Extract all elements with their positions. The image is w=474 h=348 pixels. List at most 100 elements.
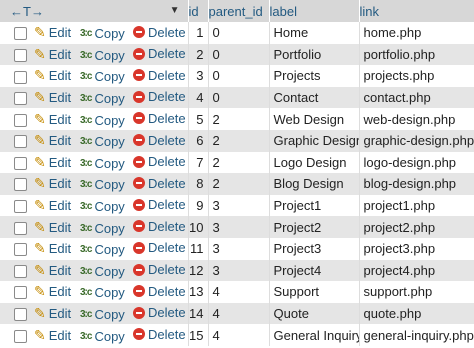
edit-cell: ✎ Edit — [34, 108, 80, 130]
copy-button[interactable]: 3:c Copy — [80, 69, 125, 84]
row-checkbox[interactable] — [14, 286, 27, 300]
edit-button[interactable]: ✎ Edit — [34, 305, 71, 322]
copy-icon: 3:c — [80, 244, 92, 256]
delete-button[interactable]: Delete — [133, 25, 186, 40]
delete-label: Delete — [148, 67, 186, 83]
table-row[interactable]: ✎ Edit 3:c Copy Delete 5 2 Web Design web-… — [0, 108, 474, 130]
copy-button[interactable]: 3:c Copy — [80, 307, 125, 322]
copy-button[interactable]: 3:c Copy — [80, 156, 125, 171]
edit-label: Edit — [48, 241, 72, 257]
table-row[interactable]: ✎ Edit 3:c Copy Delete 8 2 Blog Design blo… — [0, 173, 474, 195]
column-header-parent-id[interactable]: parent_id — [208, 0, 270, 22]
copy-cell: 3:c Copy — [80, 237, 133, 260]
row-checkbox[interactable] — [14, 27, 27, 41]
edit-button[interactable]: ✎ Edit — [34, 197, 71, 214]
row-checkbox[interactable] — [14, 221, 27, 235]
edit-button[interactable]: ✎ Edit — [34, 262, 71, 279]
delete-button[interactable]: Delete — [133, 133, 186, 148]
table-row[interactable]: ✎ Edit 3:c Copy Delete 4 0 Contact contact… — [0, 86, 474, 109]
copy-button[interactable]: 3:c Copy — [80, 134, 125, 149]
cell-label: Projects — [269, 65, 360, 87]
cell-parent-id: 2 — [208, 129, 270, 152]
column-header-label[interactable]: label — [269, 0, 360, 22]
table-row[interactable]: ✎ Edit 3:c Copy Delete 11 3 Project3 proje… — [0, 237, 474, 260]
column-header-link[interactable]: link — [359, 0, 474, 22]
copy-button[interactable]: 3:c Copy — [80, 221, 125, 236]
row-checkbox[interactable] — [14, 178, 27, 192]
table-row[interactable]: ✎ Edit 3:c Copy Delete 9 3 Project1 projec… — [0, 194, 474, 217]
edit-button[interactable]: ✎ Edit — [34, 132, 71, 149]
copy-button[interactable]: 3:c Copy — [80, 26, 125, 41]
row-select-cell — [0, 194, 34, 217]
cell-label: Project4 — [269, 259, 360, 282]
column-header-id[interactable]: id — [188, 0, 209, 22]
delete-button[interactable]: Delete — [133, 240, 186, 255]
delete-button[interactable]: Delete — [133, 111, 186, 126]
delete-button[interactable]: Delete — [133, 89, 186, 104]
edit-button[interactable]: ✎ Edit — [34, 283, 71, 300]
edit-button[interactable]: ✎ Edit — [34, 219, 71, 236]
copy-button[interactable]: 3:c Copy — [80, 264, 125, 279]
table-row[interactable]: ✎ Edit 3:c Copy Delete 13 4 Support suppor… — [0, 281, 474, 303]
table-row[interactable]: ✎ Edit 3:c Copy Delete 2 0 Portfolio portf… — [0, 43, 474, 66]
edit-button[interactable]: ✎ Edit — [34, 240, 71, 257]
row-checkbox[interactable] — [14, 308, 27, 322]
copy-cell: 3:c Copy — [80, 259, 133, 282]
delete-icon — [133, 177, 145, 190]
table-row[interactable]: ✎ Edit 3:c Copy Delete 14 4 Quote quote.ph… — [0, 302, 474, 325]
delete-button[interactable]: Delete — [133, 197, 186, 212]
cell-label: General Inquiry — [269, 324, 360, 346]
row-checkbox[interactable] — [14, 48, 27, 62]
table-row[interactable]: ✎ Edit 3:c Copy Delete 15 4 General Inquir… — [0, 324, 474, 346]
copy-button[interactable]: 3:c Copy — [80, 177, 125, 192]
row-checkbox[interactable] — [14, 156, 27, 170]
edit-button[interactable]: ✎ Edit — [34, 327, 71, 344]
copy-button[interactable]: 3:c Copy — [80, 329, 125, 344]
row-checkbox[interactable] — [14, 243, 27, 257]
delete-button[interactable]: Delete — [133, 327, 186, 342]
edit-button[interactable]: ✎ Edit — [34, 111, 71, 128]
table-row[interactable]: ✎ Edit 3:c Copy Delete 12 3 Project4 proje… — [0, 259, 474, 282]
edit-button[interactable]: ✎ Edit — [34, 89, 71, 106]
delete-button[interactable]: Delete — [133, 262, 186, 277]
column-arrows-icon[interactable]: ←T→ — [0, 4, 44, 19]
delete-button[interactable]: Delete — [133, 46, 186, 61]
row-checkbox[interactable] — [14, 92, 27, 106]
edit-button[interactable]: ✎ Edit — [34, 24, 71, 41]
row-checkbox[interactable] — [14, 329, 27, 343]
table-row[interactable]: ✎ Edit 3:c Copy Delete 3 0 Projects projec… — [0, 65, 474, 87]
delete-button[interactable]: Delete — [133, 219, 186, 234]
table-row[interactable]: ✎ Edit 3:c Copy Delete 7 2 Logo Design log… — [0, 151, 474, 174]
delete-button[interactable]: Delete — [133, 305, 186, 320]
sort-dropdown-icon[interactable]: ▼ — [170, 5, 180, 16]
row-checkbox[interactable] — [14, 264, 27, 278]
copy-button[interactable]: 3:c Copy — [80, 199, 125, 214]
edit-button[interactable]: ✎ Edit — [34, 154, 71, 171]
copy-button[interactable]: 3:c Copy — [80, 91, 125, 106]
row-select-cell — [0, 302, 34, 325]
edit-label: Edit — [48, 198, 72, 214]
edit-label: Edit — [48, 111, 72, 127]
cell-label: Project3 — [269, 237, 360, 260]
row-checkbox[interactable] — [14, 70, 27, 84]
row-checkbox[interactable] — [14, 135, 27, 149]
copy-button[interactable]: 3:c Copy — [80, 242, 125, 257]
delete-button[interactable]: Delete — [133, 284, 186, 299]
copy-button[interactable]: 3:c Copy — [80, 285, 125, 300]
table-row[interactable]: ✎ Edit 3:c Copy Delete 10 3 Project2 proje… — [0, 216, 474, 238]
row-checkbox[interactable] — [14, 113, 27, 127]
delete-button[interactable]: Delete — [133, 176, 186, 191]
edit-button[interactable]: ✎ Edit — [34, 67, 71, 84]
row-checkbox[interactable] — [14, 200, 27, 214]
copy-button[interactable]: 3:c Copy — [80, 48, 125, 63]
delete-button[interactable]: Delete — [133, 154, 186, 169]
column-options-header[interactable]: ←T→ ▼ — [0, 0, 189, 22]
table-row[interactable]: ✎ Edit 3:c Copy Delete 6 2 Graphic Design … — [0, 129, 474, 152]
edit-button[interactable]: ✎ Edit — [34, 175, 71, 192]
delete-label: Delete — [148, 218, 186, 234]
delete-button[interactable]: Delete — [133, 68, 186, 83]
edit-button[interactable]: ✎ Edit — [34, 46, 71, 63]
table-row[interactable]: ✎ Edit 3:c Copy Delete 1 0 Home home.php — [0, 22, 474, 44]
copy-button[interactable]: 3:c Copy — [80, 113, 125, 128]
delete-icon — [133, 69, 145, 82]
